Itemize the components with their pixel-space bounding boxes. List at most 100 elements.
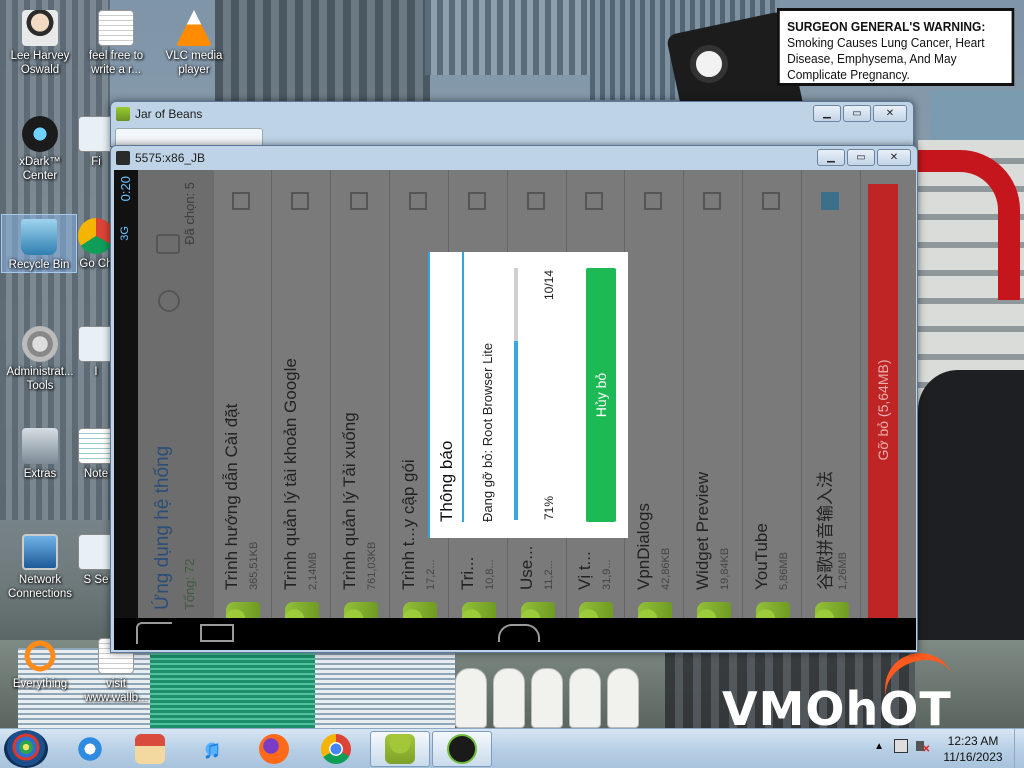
app-row[interactable]: Trình quản lý tài khoản Google 2,14MB (272, 170, 331, 650)
uninstall-progress-dialog: Thông báo Đang gỡ bỏ: Root Browser Lite … (428, 252, 628, 538)
taskbar-android-terminal[interactable] (432, 731, 492, 767)
chrome-icon (321, 734, 351, 764)
app-row[interactable]: Widget Preview 19,84KB (685, 170, 744, 650)
app-size: 2,14MB (306, 552, 319, 590)
wallpaper-building (425, 0, 595, 75)
taskbar-firefox[interactable] (246, 731, 302, 767)
minimize-button[interactable]: ▁ (813, 105, 841, 122)
wallpaper-speaker (918, 370, 1024, 640)
desktop-icon-vlc[interactable]: VLC media player (156, 6, 232, 77)
system-clock[interactable]: 12:23 AM 11/16/2023 (938, 733, 1008, 765)
desktop-icon-label: Recycle Bin (8, 259, 70, 271)
notepad-icon (78, 428, 114, 464)
maximize-button[interactable]: ▭ (843, 105, 871, 122)
window-title: 5575:x86_JB (135, 151, 206, 165)
app-name: Trình quản lý tài khoản Google (280, 358, 300, 590)
app-name: Trình quản lý Tải xuống (339, 412, 359, 590)
desktop-icon-label: Fi (91, 156, 101, 168)
close-button[interactable]: ✕ (873, 105, 907, 122)
close-button[interactable]: ✕ (877, 149, 911, 166)
no-ads-icon[interactable] (158, 290, 180, 312)
jar-of-beans-window: Jar of Beans ▁ ▭ ✕ (110, 101, 914, 148)
show-desktop-button[interactable] (1014, 729, 1024, 768)
app-name: Vị t... (575, 551, 595, 590)
trash-icon[interactable] (156, 234, 180, 254)
desktop-icon-text-file[interactable]: feel free to write a r... (78, 6, 154, 77)
file-icon (78, 116, 114, 152)
app-checkbox[interactable] (644, 192, 663, 210)
chrome-icon (78, 218, 114, 254)
progress-percent: 71% (542, 495, 556, 520)
progress-bar (514, 268, 518, 520)
app-checkbox[interactable] (408, 192, 427, 210)
app-checkbox[interactable] (467, 192, 486, 210)
desktop-icon-recycle-bin[interactable]: Recycle Bin (1, 214, 77, 273)
app-checkbox[interactable] (821, 192, 839, 210)
app-checkbox[interactable] (585, 192, 604, 210)
signal-icon: 3G (119, 226, 131, 241)
internet-explorer-icon (75, 734, 105, 764)
taskbar-store[interactable] (122, 731, 178, 767)
app-row[interactable]: VpnDialogs 42,86KB (626, 170, 685, 650)
app-checkbox[interactable] (703, 192, 722, 210)
app-row[interactable]: YouTube 5,86MB (744, 170, 803, 650)
app-row[interactable]: Trình hướng dẫn Cài đặt 365,51KB (214, 170, 272, 650)
desktop-icon-administrative-tools[interactable]: Administrat... Tools (2, 322, 78, 393)
xdark-icon (22, 116, 58, 152)
taskbar-internet-explorer[interactable] (62, 731, 118, 767)
action-bar: ‹ Ứng dụng hệ thống Tổng: 72 Đã chọn: 5 (138, 170, 214, 650)
nav-home-icon[interactable] (498, 624, 540, 642)
minimize-button[interactable]: ▁ (817, 149, 845, 166)
app-row[interactable]: Trình quản lý Tải xuống 761,03KB (331, 170, 390, 650)
recycle-bin-icon (21, 219, 57, 255)
desktop-icon-notepad-partial[interactable]: Note (78, 424, 114, 481)
taskbar-android-emulator[interactable] (370, 731, 430, 767)
desktop-icon-label: Note (83, 468, 109, 480)
desktop-icon-network-connections[interactable]: Network Connections (2, 530, 78, 601)
android-status-bar: 3G 0:20 (114, 170, 138, 650)
desktop-icon-label: S Se (83, 574, 109, 586)
maximize-button[interactable]: ▭ (847, 149, 875, 166)
app-checkbox[interactable] (526, 192, 545, 210)
desktop-icon-label: xDark™ Center (19, 156, 61, 182)
desktop-icon-partial[interactable]: I (78, 322, 114, 379)
desktop-icon-label: Network Connections (8, 574, 72, 600)
desktop-icon-everything[interactable]: Everything (2, 634, 78, 691)
app-row[interactable]: 谷歌拼音输入法 1,26MB (803, 170, 861, 650)
firefox-icon (259, 734, 289, 764)
show-hidden-icons-arrow-icon[interactable]: ▲ (874, 741, 884, 752)
cancel-button[interactable]: Hủy bỏ (586, 268, 616, 522)
clock-time: 12:23 AM (947, 734, 999, 748)
app-name: Trình hướng dẫn Cài đặt (222, 403, 241, 590)
desktop-icon-extras[interactable]: Extras (2, 424, 78, 481)
store-icon (135, 734, 165, 764)
progress-count: 10/14 (542, 270, 556, 301)
app-checkbox[interactable] (762, 192, 781, 210)
desktop-icon-lee-harvey-oswald[interactable]: Lee Harvey Oswald (2, 6, 78, 77)
taskbar-itunes[interactable]: ♫ (184, 731, 240, 767)
start-button[interactable] (4, 730, 48, 768)
app-checkbox[interactable] (232, 192, 250, 210)
selected-count: Đã chọn: 5 (182, 182, 197, 245)
dialog-message: Đang gỡ bỏ: Root Browser Lite (480, 342, 495, 522)
uninstall-area: Gỡ bỏ (5,64MB) (862, 170, 916, 650)
network-tray-icon[interactable] (894, 739, 908, 753)
taskbar-chrome[interactable] (308, 731, 364, 767)
app-checkbox[interactable] (349, 192, 368, 210)
android-navigation-bar (114, 618, 916, 650)
desktop-icon-partial[interactable]: S Se (78, 530, 114, 587)
desktop-icon-partial[interactable]: Fi (78, 112, 114, 169)
desktop-icon-xdark-center[interactable]: xDark™ Center (2, 112, 78, 183)
wallpaper-block (150, 648, 315, 728)
nav-recent-apps-icon[interactable] (200, 624, 234, 642)
uninstall-button[interactable]: Gỡ bỏ (5,64MB) (868, 184, 898, 636)
nav-back-icon[interactable] (136, 622, 172, 644)
taskbar: ♫ ▲ ✕ 12:23 AM 11/16/2023 (0, 728, 1024, 768)
volume-muted-icon[interactable]: ✕ (916, 738, 930, 755)
app-checkbox[interactable] (290, 192, 309, 210)
app-size: 42,86KB (660, 547, 673, 590)
app-size: 17,2... (424, 559, 437, 590)
app-size: 5,86MB (778, 552, 791, 590)
desktop-icon-chrome-partial[interactable]: Go Ch (78, 214, 114, 271)
total-count: Tổng: 72 (182, 558, 197, 610)
